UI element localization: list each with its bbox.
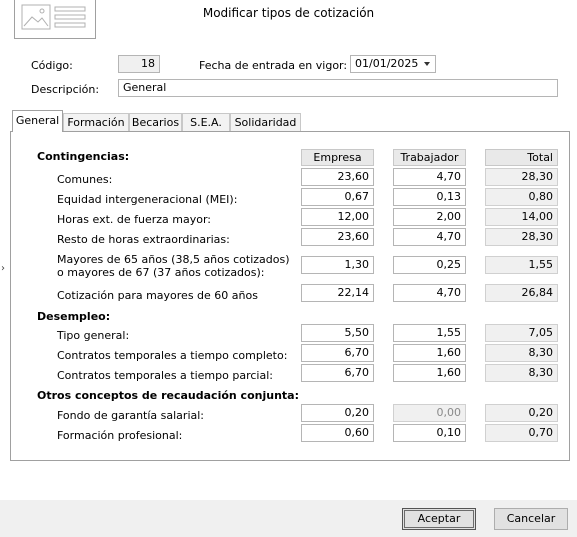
window-title: Modificar tipos de cotización: [202, 6, 375, 20]
mayores65-total: 1,55: [485, 256, 558, 274]
formacion-total: 0,70: [485, 424, 558, 442]
fecha-label: Fecha de entrada en vigor:: [199, 59, 348, 72]
row-label-tipo-general: Tipo general:: [57, 329, 130, 342]
horas-fuerza-total: 14,00: [485, 208, 558, 226]
temp-parcial-trabajador-input[interactable]: 1,60: [393, 364, 466, 382]
fecha-dropdown[interactable]: 01/01/2025: [350, 55, 436, 73]
descripcion-input[interactable]: General: [118, 79, 558, 97]
resto-horas-empresa-input[interactable]: 23,60: [301, 228, 374, 246]
comunes-trabajador-input[interactable]: 4,70: [393, 168, 466, 186]
fogasa-empresa-input[interactable]: 0,20: [301, 404, 374, 422]
resto-horas-trabajador-input[interactable]: 4,70: [393, 228, 466, 246]
row-label-mayores65-line2: o mayores de 67 (37 años cotizados):: [57, 266, 265, 279]
column-header-trabajador: Trabajador: [393, 149, 466, 166]
row-label-mayores65: Mayores de 65 años (38,5 años cotizados)…: [57, 253, 290, 279]
mayores60-trabajador-input[interactable]: 4,70: [393, 284, 466, 302]
codigo-field[interactable]: 18: [118, 55, 160, 73]
row-label-temp-parcial: Contratos temporales a tiempo parcial:: [57, 369, 273, 382]
tab-sea[interactable]: S.E.A.: [182, 113, 230, 131]
temp-completo-empresa-input[interactable]: 6,70: [301, 344, 374, 362]
tipo-general-total: 7,05: [485, 324, 558, 342]
dialog-footer: [0, 500, 577, 537]
row-label-mei: Equidad intergeneracional (MEI):: [57, 193, 238, 206]
horas-fuerza-empresa-input[interactable]: 12,00: [301, 208, 374, 226]
row-label-formacion: Formación profesional:: [57, 429, 183, 442]
temp-completo-total: 8,30: [485, 344, 558, 362]
mayores65-empresa-input[interactable]: 1,30: [301, 256, 374, 274]
formacion-trabajador-input[interactable]: 0,10: [393, 424, 466, 442]
temp-completo-trabajador-input[interactable]: 1,60: [393, 344, 466, 362]
section-desempleo: Desempleo:: [37, 310, 111, 323]
column-header-empresa: Empresa: [301, 149, 374, 166]
row-label-mayores65-line1: Mayores de 65 años (38,5 años cotizados): [57, 253, 290, 266]
chevron-down-icon[interactable]: [424, 62, 430, 66]
tab-becarios[interactable]: Becarios: [129, 113, 182, 131]
row-label-horas-fuerza: Horas ext. de fuerza mayor:: [57, 213, 212, 226]
horas-fuerza-trabajador-input[interactable]: 2,00: [393, 208, 466, 226]
column-header-total: Total: [485, 149, 558, 166]
mayores60-total: 26,84: [485, 284, 558, 302]
fogasa-trabajador-input: 0,00: [393, 404, 466, 422]
mei-trabajador-input[interactable]: 0,13: [393, 188, 466, 206]
mayores65-trabajador-input[interactable]: 0,25: [393, 256, 466, 274]
chevron-right-icon[interactable]: ›: [1, 263, 5, 274]
mei-empresa-input[interactable]: 0,67: [301, 188, 374, 206]
row-label-resto-horas: Resto de horas extraordinarias:: [57, 233, 230, 246]
fogasa-total: 0,20: [485, 404, 558, 422]
comunes-empresa-input[interactable]: 23,60: [301, 168, 374, 186]
tipo-general-empresa-input[interactable]: 5,50: [301, 324, 374, 342]
accept-button[interactable]: Aceptar: [402, 508, 476, 530]
tab-formacion[interactable]: Formación: [63, 113, 129, 131]
section-otros: Otros conceptos de recaudación conjunta:: [37, 389, 299, 402]
temp-parcial-total: 8,30: [485, 364, 558, 382]
mayores60-empresa-input[interactable]: 22,14: [301, 284, 374, 302]
temp-parcial-empresa-input[interactable]: 6,70: [301, 364, 374, 382]
mei-total: 0,80: [485, 188, 558, 206]
row-label-fogasa: Fondo de garantía salarial:: [57, 409, 205, 422]
tipo-general-trabajador-input[interactable]: 1,55: [393, 324, 466, 342]
fecha-value: 01/01/2025: [355, 57, 419, 70]
cancel-button[interactable]: Cancelar: [494, 508, 568, 530]
resto-horas-total: 28,30: [485, 228, 558, 246]
tab-solidaridad[interactable]: Solidaridad: [230, 113, 301, 131]
tab-general[interactable]: General: [12, 110, 63, 132]
codigo-label: Código:: [31, 59, 73, 72]
row-label-mayores60: Cotización para mayores de 60 años: [57, 289, 258, 302]
descripcion-label: Descripción:: [31, 83, 100, 96]
row-label-temp-completo: Contratos temporales a tiempo completo:: [57, 349, 288, 362]
formacion-empresa-input[interactable]: 0,60: [301, 424, 374, 442]
comunes-total: 28,30: [485, 168, 558, 186]
section-contingencias: Contingencias:: [37, 150, 130, 163]
row-label-comunes: Comunes:: [57, 173, 113, 186]
